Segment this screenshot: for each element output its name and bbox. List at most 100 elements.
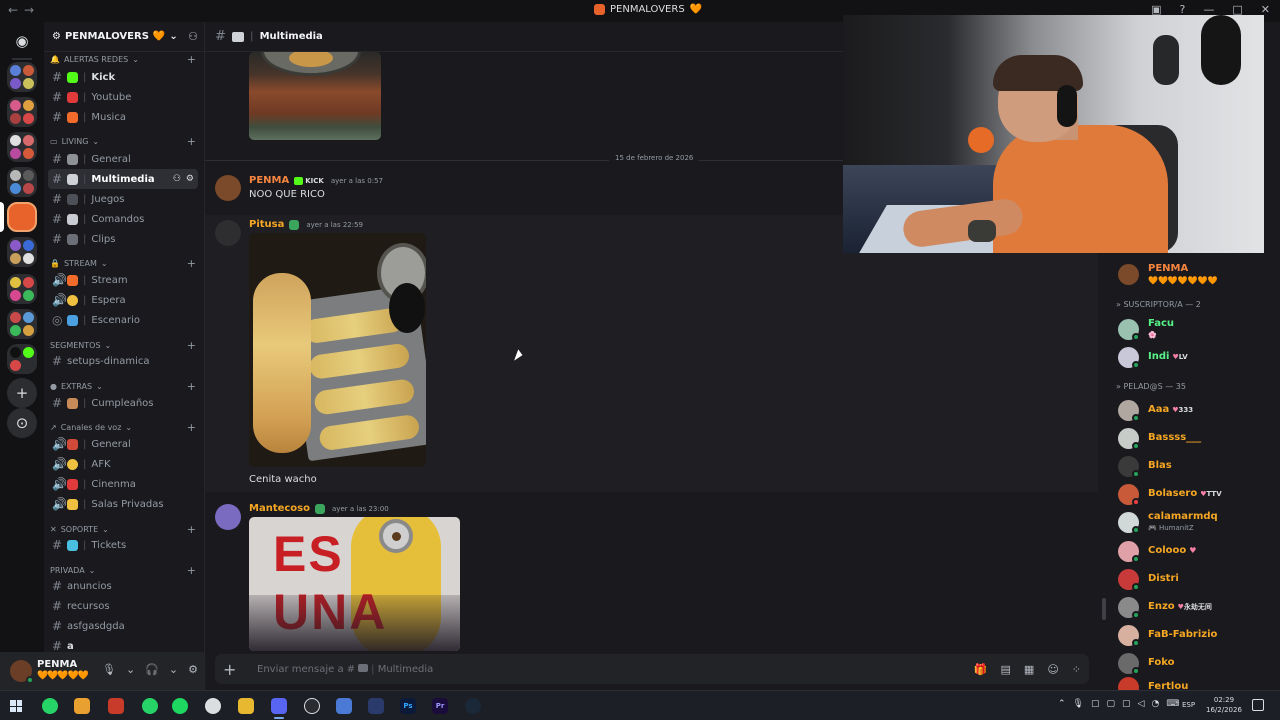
channel-cinenma[interactable]: 🔊 | Cinenma [48,474,198,494]
channel-tickets[interactable]: # | Tickets [48,535,198,555]
member-bolasero[interactable]: BolaseroTTV [1118,482,1268,506]
windows-start-icon[interactable] [10,700,22,712]
audio-app-icon[interactable] [368,698,384,714]
member-aaa[interactable]: Aaa333 [1118,398,1268,422]
member-colooo[interactable]: Colooo ♥ [1118,539,1268,563]
member-bassss[interactable]: Bassss___ [1118,426,1268,450]
gift-icon[interactable]: 🎁 [974,663,988,676]
add-channel-icon[interactable]: + [187,380,196,393]
invite-icon[interactable]: ⚇ [173,174,181,184]
channel-clips[interactable]: # | Clips [48,229,198,249]
server-penmalovers[interactable] [7,202,37,232]
channel-a[interactable]: # a [48,636,198,652]
member-indi[interactable]: IndiLV [1118,345,1268,369]
channel-kick[interactable]: # | Kick [48,67,198,87]
member-blas[interactable]: Blas [1118,454,1268,478]
whatsapp-business-icon[interactable] [142,698,158,714]
invite-people-icon[interactable]: ⚇ [188,30,198,43]
keyboard-icon[interactable]: ⌨ [1166,699,1179,709]
app-icon[interactable] [108,698,124,714]
channel-recursos[interactable]: # recursos [48,596,198,616]
steam-icon[interactable] [465,698,481,714]
category-soporte[interactable]: ✕ SOPORTE ⌄ + [50,522,196,536]
attachment-image-food[interactable] [249,233,426,467]
mic-tray-icon[interactable]: 🎙 [1073,699,1084,709]
category-extras[interactable]: ● EXTRAS ⌄ + [50,379,196,393]
add-channel-icon[interactable]: + [187,53,196,66]
file-explorer-icon[interactable] [238,698,254,714]
tray-app-icon[interactable]: ▢ [1107,699,1116,709]
message-composer[interactable]: + Enviar mensaje a # | Multimedia 🎁 ▤ ▦ ☺… [215,654,1089,684]
add-channel-icon[interactable]: + [187,135,196,148]
emoji-icon[interactable]: ☺ [1047,663,1058,676]
author-name[interactable]: PENMA [249,175,289,186]
server-folder-6[interactable] [7,274,37,304]
member-facu[interactable]: Facu 🌸 [1118,317,1268,341]
channel-espera[interactable]: 🔊 | Espera [48,290,198,310]
avatar[interactable] [215,175,241,201]
avatar[interactable] [215,504,241,530]
author-name[interactable]: Mantecoso [249,503,310,514]
avatar[interactable] [215,220,241,246]
channel-escenario[interactable]: ◎ | Escenario [48,310,198,330]
server-folder-1[interactable] [7,62,37,92]
member-distri[interactable]: Distri [1118,567,1268,591]
member-calamarmdq[interactable]: calamarmdq 🎮 HumanitZ [1118,510,1268,534]
member-list-scrollbar[interactable] [1102,598,1106,620]
channel-general[interactable]: # | General [48,149,198,169]
category-segmentos[interactable]: SEGMENTOS ⌄ + [50,338,196,352]
tray-app-icon[interactable]: ▢ [1091,699,1100,709]
add-channel-icon[interactable]: + [187,523,196,536]
channel-stream[interactable]: 🔊 | Stream [48,270,198,290]
chevron-up-icon[interactable]: ⌃ [1058,699,1066,709]
channel-comandos[interactable]: # | Comandos [48,209,198,229]
volume-icon[interactable]: ◁ [1138,699,1145,709]
channel-afk[interactable]: 🔊 | AFK [48,454,198,474]
tray-app-icon[interactable]: ▢ [1122,699,1131,709]
add-channel-icon[interactable]: + [187,564,196,577]
member-enzo[interactable]: Enzo永劫无间 [1118,595,1268,619]
obs-icon[interactable] [205,698,221,714]
member-fab-fabrizio[interactable]: FaB-Fabrizio [1118,623,1268,647]
channel-cumpleanos[interactable]: # | Cumpleaños [48,393,198,413]
category-stream[interactable]: 🔒 STREAM ⌄ + [50,256,196,270]
author-name[interactable]: Pitusa [249,219,284,230]
back-forward-arrows-icon[interactable]: ←→ [8,3,40,17]
channel-salas-privadas[interactable]: 🔊 | Salas Privadas [48,494,198,514]
server-folder-8[interactable] [7,344,37,374]
premiere-icon[interactable]: Pr [432,698,448,714]
chevron-down-icon[interactable]: ⌄ [169,663,178,676]
previous-message-image[interactable] [249,52,381,140]
spotify-icon[interactable] [172,698,188,714]
channel-musica[interactable]: # | Musica [48,107,198,127]
clock[interactable]: 02:29 16/2/2026 [1206,695,1242,715]
server-folder-7[interactable] [7,309,37,339]
photoshop-icon[interactable]: Ps [400,698,416,714]
discover-icon[interactable]: ⊙ [7,408,37,438]
add-channel-icon[interactable]: + [187,421,196,434]
channel-youtube[interactable]: # | Youtube [48,87,198,107]
channel-asfgasdgda[interactable]: # asfgasdgda [48,616,198,636]
language-indicator[interactable]: ESP [1182,701,1195,709]
chevron-down-icon[interactable]: ⌄ [126,663,135,676]
server-folder-2[interactable] [7,97,37,127]
category-voz[interactable]: ↗ Canales de voz ⌄ + [50,420,196,434]
attachment-image-minion[interactable]: ES UNA [249,517,460,651]
headphones-icon[interactable]: 🎧 [145,663,159,676]
category-living[interactable]: ▭ LIVING ⌄ + [50,134,196,148]
add-channel-icon[interactable]: + [187,339,196,352]
gif-icon[interactable]: ▤ [1001,663,1011,676]
apps-icon[interactable]: ⁘ [1072,663,1081,676]
sticker-icon[interactable]: ▦ [1024,663,1034,676]
channel-voz-general[interactable]: 🔊 | General [48,434,198,454]
channel-juegos[interactable]: # | Juegos [48,189,198,209]
server-folder-4[interactable] [7,167,37,197]
notification-icon[interactable] [1252,699,1264,711]
category-alertas[interactable]: 🔔 ALERTAS REDES ⌄ + [50,52,196,66]
whatsapp-icon[interactable] [42,698,58,714]
network-icon[interactable]: ◔ [1151,699,1159,709]
member-penma[interactable]: PENMA 🧡🧡🧡🧡🧡🧡🧡 [1118,262,1268,286]
category-privada[interactable]: PRIVADA ⌄ + [50,563,196,577]
member-foko[interactable]: Foko [1118,651,1268,675]
brave-icon[interactable] [74,698,90,714]
